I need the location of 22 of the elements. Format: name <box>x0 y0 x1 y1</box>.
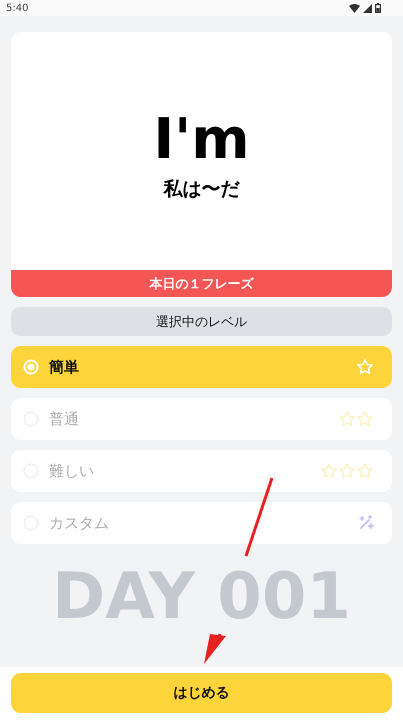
level-option[interactable]: 難しい <box>11 450 392 492</box>
daily-phrase-banner: 本日の１フレーズ <box>11 270 392 297</box>
level-label: 簡単 <box>49 358 79 376</box>
stars-icon <box>320 462 374 480</box>
level-option[interactable]: 普通 <box>11 398 392 440</box>
stars-icon <box>356 358 374 376</box>
level-header: 選択中のレベル <box>11 307 392 336</box>
level-label: カスタム <box>49 514 109 532</box>
phrase-text: I'm <box>153 112 250 168</box>
stars-icon <box>338 410 374 428</box>
level-option[interactable]: カスタム <box>11 502 392 544</box>
magic-wand-icon <box>358 515 374 531</box>
level-label: 普通 <box>49 410 79 428</box>
radio-icon <box>23 359 39 375</box>
level-option[interactable]: 簡単 <box>11 346 392 388</box>
signal-icon <box>363 4 372 12</box>
battery-icon <box>375 3 381 13</box>
level-label: 難しい <box>49 462 94 480</box>
wifi-icon <box>349 4 360 12</box>
start-button[interactable]: はじめる <box>11 673 392 713</box>
translation-text: 私は〜だ <box>164 177 240 202</box>
status-time: 5:40 <box>6 2 28 14</box>
